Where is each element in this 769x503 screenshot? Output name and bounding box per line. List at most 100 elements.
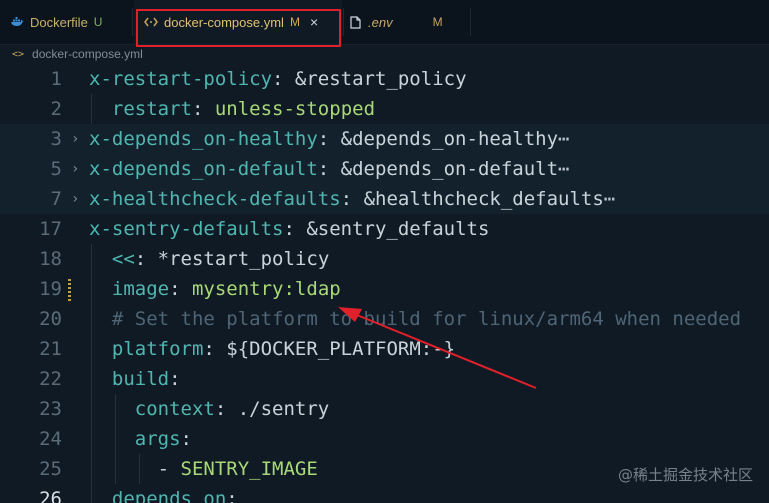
line-number: 1 — [50, 68, 62, 90]
docker-whale-icon — [10, 15, 24, 29]
code-text: x-depends_on-default: &depends_on-defaul… — [89, 154, 569, 184]
tab-env[interactable]: .env M — [348, 0, 468, 44]
value-token: &depends_on-healthy — [340, 128, 559, 150]
comment-token: # Set the platform to build for linux/ar… — [111, 308, 742, 330]
line-number: 2 — [50, 98, 62, 120]
code-text: depends_on: — [89, 484, 238, 503]
watermark: @稀土掘金技术社区 — [617, 466, 753, 484]
key-token: restart — [111, 98, 192, 120]
key-token: depends_on — [111, 488, 227, 503]
tab-divider — [470, 8, 471, 36]
tab-divider — [343, 8, 344, 36]
code-text: image: mysentry:ldap — [89, 274, 341, 304]
value-token: *restart_policy — [157, 248, 330, 270]
tab-label: Dockerfile — [30, 14, 88, 30]
code-text: x-depends_on-healthy: &depends_on-health… — [89, 124, 569, 154]
fold-chevron-icon[interactable]: › — [71, 154, 83, 184]
key-token: x-depends_on-default — [89, 158, 318, 180]
colon-token: : — [191, 98, 215, 120]
value-token: &healthcheck_defaults — [363, 188, 604, 210]
key-token: SENTRY_IMAGE — [180, 458, 318, 480]
fold-chevron-icon[interactable]: › — [71, 124, 83, 154]
key-token: << — [111, 248, 135, 270]
line-number: 22 — [39, 368, 62, 390]
tab-dockerfile[interactable]: Dockerfile U — [10, 0, 130, 44]
code-text: x-sentry-defaults: &sentry_defaults — [89, 214, 489, 244]
code-text: context: ./sentry — [89, 394, 329, 424]
yaml-file-icon — [144, 15, 158, 29]
folded-ellipsis[interactable]: ⋯ — [604, 188, 615, 210]
key-token: image — [111, 278, 170, 300]
line-number: 21 — [39, 338, 62, 360]
colon-token: : — [317, 128, 341, 150]
key-token: x-restart-policy — [89, 68, 273, 90]
code-text: platform: ${DOCKER_PLATFORM:-} — [89, 334, 455, 364]
tab-docker-compose[interactable]: docker-compose.yml M × — [134, 0, 342, 44]
editor-window: Dockerfile U docker-compose.yml M × .env… — [0, 0, 769, 503]
line-number: 18 — [39, 248, 62, 270]
list-dash: - — [157, 458, 181, 480]
colon-token: : — [203, 338, 227, 360]
code-editor[interactable]: 1 x-restart-policy: &restart_policy 2 rest… — [0, 64, 769, 503]
colon-token: : — [340, 188, 364, 210]
code-line[interactable]: 20 # Set the platform to build for linux… — [0, 304, 769, 334]
key-token: x-sentry-defaults — [89, 218, 284, 240]
colon-token: : — [134, 248, 158, 270]
file-icon — [348, 15, 362, 29]
modified-badge: M — [289, 15, 300, 29]
code-line[interactable]: 3 › x-depends_on-healthy: &depends_on-heal… — [0, 124, 769, 154]
colon-token: : — [180, 428, 192, 450]
code-line[interactable]: 2 restart: unless-stopped — [0, 94, 769, 124]
value-token: ./sentry — [237, 398, 330, 420]
indent-guide — [91, 244, 92, 503]
value-token: &depends_on-default — [340, 158, 559, 180]
code-line[interactable]: 18 <<: *restart_policy — [0, 244, 769, 274]
line-number: 25 — [39, 458, 62, 480]
code-text: build: — [89, 364, 181, 394]
line-number: 24 — [39, 428, 62, 450]
colon-token: : — [169, 278, 192, 300]
code-line[interactable]: 5 › x-depends_on-default: &depends_on-defa… — [0, 154, 769, 184]
code-line[interactable]: 7 › x-healthcheck-defaults: &healthcheck_d… — [0, 184, 769, 214]
code-text: x-restart-policy: &restart_policy — [89, 64, 467, 94]
line-number: 23 — [39, 398, 62, 420]
close-icon[interactable]: × — [310, 14, 318, 30]
fold-chevron-icon[interactable]: › — [71, 184, 83, 214]
folded-ellipsis[interactable]: ⋯ — [558, 158, 569, 180]
colon-token: : — [283, 218, 307, 240]
untracked-badge: U — [93, 15, 103, 29]
folded-ellipsis[interactable]: ⋯ — [558, 128, 569, 150]
code-line[interactable]: 1 x-restart-policy: &restart_policy — [0, 64, 769, 94]
tab-label: .env — [368, 14, 393, 30]
line-number: 7 — [50, 188, 62, 210]
modified-badge: M — [432, 15, 443, 29]
code-text: - SENTRY_IMAGE — [89, 454, 318, 484]
code-line[interactable]: 26 depends_on: — [0, 484, 769, 503]
key-token: x-healthcheck-defaults — [89, 188, 341, 210]
code-text: restart: unless-stopped — [89, 94, 375, 124]
line-number: 26 — [39, 488, 62, 503]
breadcrumb-file[interactable]: docker-compose.yml — [32, 47, 143, 61]
code-line[interactable]: 17 x-sentry-defaults: &sentry_defaults — [0, 214, 769, 244]
modified-line-marker — [68, 279, 71, 301]
value-token: ${DOCKER_PLATFORM:-} — [226, 338, 456, 360]
indent-guide — [115, 394, 116, 484]
indent-guide — [91, 94, 92, 124]
value-token: unless-stopped — [214, 98, 376, 120]
value-token: &restart_policy — [294, 68, 467, 90]
code-line[interactable]: 21 platform: ${DOCKER_PLATFORM:-} — [0, 334, 769, 364]
line-number: 3 — [50, 128, 62, 150]
code-line[interactable]: 19 image: mysentry:ldap — [0, 274, 769, 304]
value-token: &sentry_defaults — [306, 218, 490, 240]
code-line[interactable]: 22 build: — [0, 364, 769, 394]
value-token: mysentry:ldap — [191, 278, 341, 300]
code-text: # Set the platform to build for linux/ar… — [89, 304, 741, 334]
